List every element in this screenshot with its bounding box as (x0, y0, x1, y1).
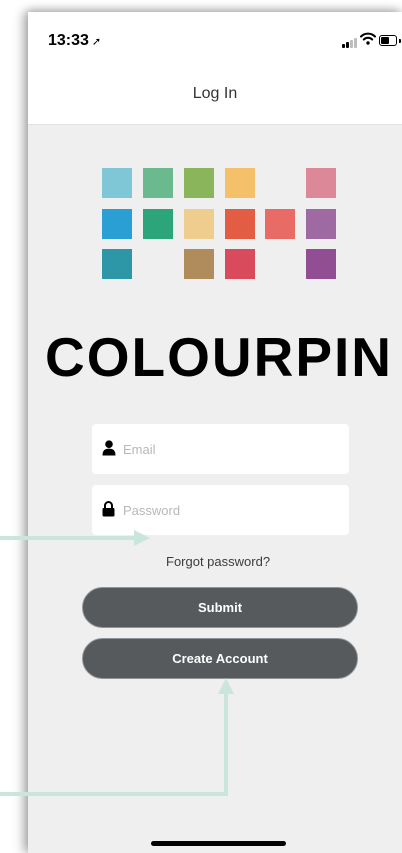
create-account-button[interactable]: Create Account (82, 638, 358, 679)
navigation-bar: Log In (28, 68, 402, 125)
email-input[interactable] (123, 424, 333, 474)
lock-icon (102, 501, 115, 517)
logo-tile (184, 168, 214, 198)
signal-bar-icon (342, 44, 345, 48)
arrow-line (0, 792, 228, 796)
arrow-line (224, 692, 228, 796)
logo-tile (143, 168, 173, 198)
status-time: 13:33 ➚ (48, 32, 101, 50)
location-arrow-icon: ➚ (91, 36, 102, 48)
signal-bar-icon (346, 42, 349, 48)
logo-tile (225, 209, 255, 239)
arrowhead-up-icon (218, 678, 234, 694)
status-time-text: 13:33 (48, 32, 89, 49)
signal-bar-icon (354, 38, 357, 48)
phone-screen: 13:33 ➚ Log In COLOURPIN Email Forgot pa… (28, 12, 402, 853)
logo-tile (225, 168, 255, 198)
logo-tile (265, 209, 295, 239)
user-icon (102, 440, 116, 456)
battery-cap (399, 39, 401, 43)
logo-tile (143, 209, 173, 239)
logo-tile (306, 249, 336, 279)
home-indicator (151, 841, 286, 846)
submit-button[interactable]: Submit (82, 587, 358, 628)
logo-tile (225, 249, 255, 279)
status-bar: 13:33 ➚ (28, 12, 402, 68)
arrowhead-right-icon (134, 530, 150, 546)
battery-level (381, 37, 389, 44)
logo-tile (102, 249, 132, 279)
wifi-icon (360, 32, 376, 45)
logo-tile (306, 209, 336, 239)
logo-tile (102, 209, 132, 239)
email-field[interactable] (92, 424, 349, 474)
logo-tile (306, 168, 336, 198)
forgot-password-link[interactable]: Forgot password? (166, 554, 270, 569)
battery-icon (379, 35, 397, 46)
password-field[interactable] (92, 485, 349, 535)
arrow-line (0, 536, 140, 540)
signal-bar-icon (350, 40, 353, 48)
logo-tile (184, 249, 214, 279)
logo-tile (184, 209, 214, 239)
password-input[interactable] (123, 485, 333, 535)
brand-wordmark: COLOURPIN (45, 326, 393, 388)
page-title: Log In (192, 85, 238, 102)
logo-tile (102, 168, 132, 198)
